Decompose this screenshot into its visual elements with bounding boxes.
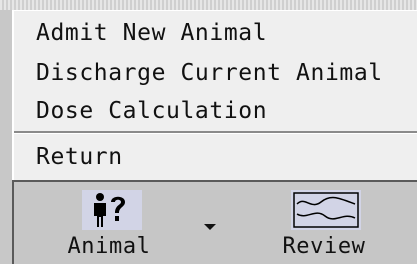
animal-tool-label: Animal <box>67 234 151 259</box>
menu-item-return[interactable]: Return <box>36 143 123 171</box>
popup-menu: Admit New Animal Discharge Current Anima… <box>12 10 417 181</box>
review-tool-button[interactable]: Review <box>269 182 379 264</box>
chevron-down-icon[interactable] <box>204 224 216 230</box>
menu-item-discharge-current-animal[interactable]: Discharge Current Animal <box>36 59 383 87</box>
left-edge <box>0 180 12 262</box>
menu-item-dose-calculation[interactable]: Dose Calculation <box>36 97 267 125</box>
animal-tool-button[interactable]: Animal <box>54 182 164 264</box>
waveform-review-icon <box>291 190 361 230</box>
top-strip <box>0 0 417 10</box>
toolbar: Animal Review <box>12 180 417 264</box>
menu-item-admit-new-animal[interactable]: Admit New Animal <box>36 19 267 47</box>
menu-separator <box>14 131 417 134</box>
person-question-icon <box>82 190 142 230</box>
review-tool-label: Review <box>282 234 366 259</box>
